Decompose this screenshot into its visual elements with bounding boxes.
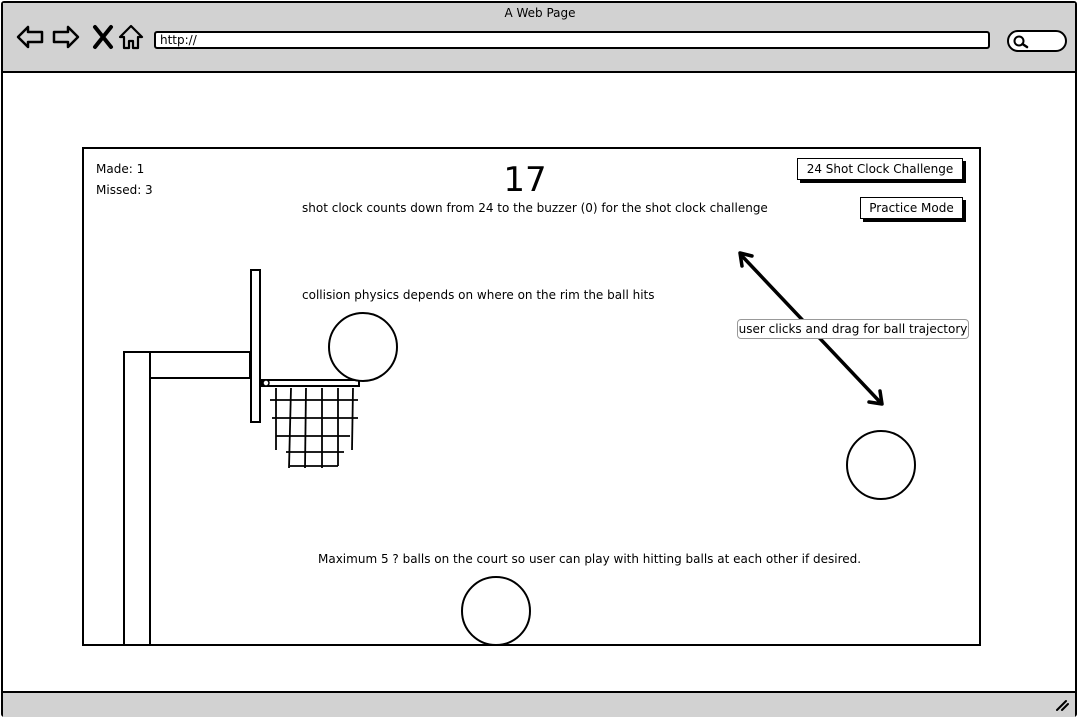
max-balls-note: Maximum 5 ? balls on the court so user c…	[318, 552, 862, 566]
drag-tooltip: user clicks and drag for ball trajectory	[737, 319, 969, 339]
ball-bottom	[461, 576, 531, 646]
hoop-arm	[149, 351, 251, 379]
shot-clock: 17	[503, 160, 547, 200]
ball-right	[846, 430, 916, 500]
hoop-pole	[123, 351, 151, 646]
made-count: Made: 1	[96, 162, 145, 176]
browser-window: A Web Page http:// Made: 1 Missed: 3 17 …	[0, 0, 1080, 720]
missed-count: Missed: 3	[96, 183, 153, 197]
shot-clock-note: shot clock counts down from 24 to the bu…	[302, 201, 768, 215]
resize-icon[interactable]	[1055, 699, 1069, 711]
collision-note: collision physics depends on where on th…	[302, 288, 655, 302]
net	[270, 387, 358, 469]
court-drawing	[123, 251, 916, 646]
shot-clock-challenge-button[interactable]: 24 Shot Clock Challenge	[797, 158, 963, 180]
status-bar	[3, 691, 1075, 717]
ball-on-rim	[328, 312, 398, 382]
backboard	[250, 269, 261, 423]
rim	[261, 379, 360, 387]
practice-mode-button[interactable]: Practice Mode	[860, 197, 963, 219]
